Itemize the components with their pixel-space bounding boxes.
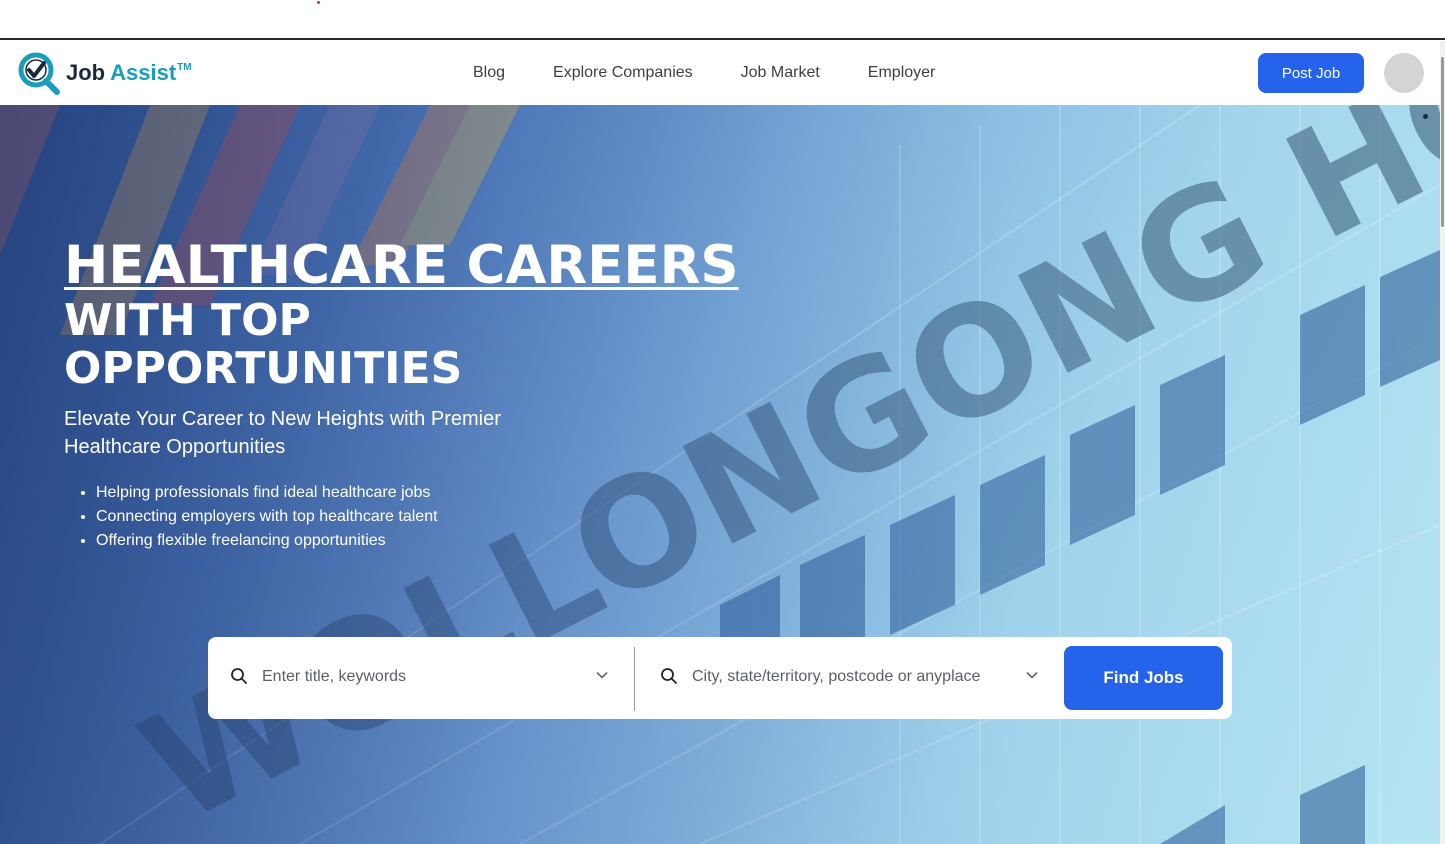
hero-tagline: Elevate Your Career to New Heights with … <box>64 408 501 458</box>
search-divider <box>634 647 635 711</box>
post-job-button[interactable]: Post Job <box>1258 53 1364 93</box>
nav-link-employer[interactable]: Employer <box>868 64 936 82</box>
chevron-down-icon[interactable] <box>1026 671 1038 679</box>
nav-link-blog[interactable]: Blog <box>473 64 505 82</box>
job-search-bar: Find Jobs <box>208 637 1232 719</box>
hero-section: WOLLONGONG HOSPITAL HEALTHCARE CAREERS W… <box>0 105 1440 844</box>
list-item: Helping professionals find ideal healthc… <box>96 481 739 505</box>
logo-trademark: TM <box>177 62 192 73</box>
corner-dot <box>1423 114 1428 119</box>
browser-top-strip <box>0 0 1445 40</box>
main-nav: Blog Explore Companies Job Market Employ… <box>473 41 935 105</box>
nav-link-explore-companies[interactable]: Explore Companies <box>553 64 693 82</box>
list-item: Connecting employers with top healthcare… <box>96 505 739 529</box>
logo-text-assist: Assist <box>110 60 177 85</box>
hero-text-block: HEALTHCARE CAREERS WITH TOP OPPORTUNITIE… <box>64 237 739 553</box>
magnifier-check-icon <box>18 52 60 95</box>
avatar[interactable] <box>1384 53 1424 93</box>
scrollbar[interactable] <box>1440 41 1445 844</box>
hero-subtitle: WITH TOP OPPORTUNITIES <box>64 295 463 394</box>
search-icon <box>661 668 677 684</box>
logo[interactable]: Job Assist TM <box>14 49 192 97</box>
navbar: Job Assist TM Blog Explore Companies Job… <box>0 41 1440 105</box>
list-item: Offering flexible freelancing opportunit… <box>96 529 739 553</box>
search-icon <box>231 668 247 684</box>
logo-text-job: Job <box>66 60 106 85</box>
red-dot <box>317 1 320 4</box>
find-jobs-button[interactable]: Find Jobs <box>1064 646 1223 710</box>
location-search-input[interactable] <box>692 659 980 695</box>
hero-bullet-list: Helping professionals find ideal healthc… <box>96 481 739 553</box>
keyword-search-input[interactable] <box>262 659 592 695</box>
hero-title: HEALTHCARE CAREERS <box>64 235 739 296</box>
chevron-down-icon[interactable] <box>596 671 608 679</box>
scrollbar-thumb[interactable] <box>1441 57 1444 227</box>
nav-link-job-market[interactable]: Job Market <box>741 64 820 82</box>
